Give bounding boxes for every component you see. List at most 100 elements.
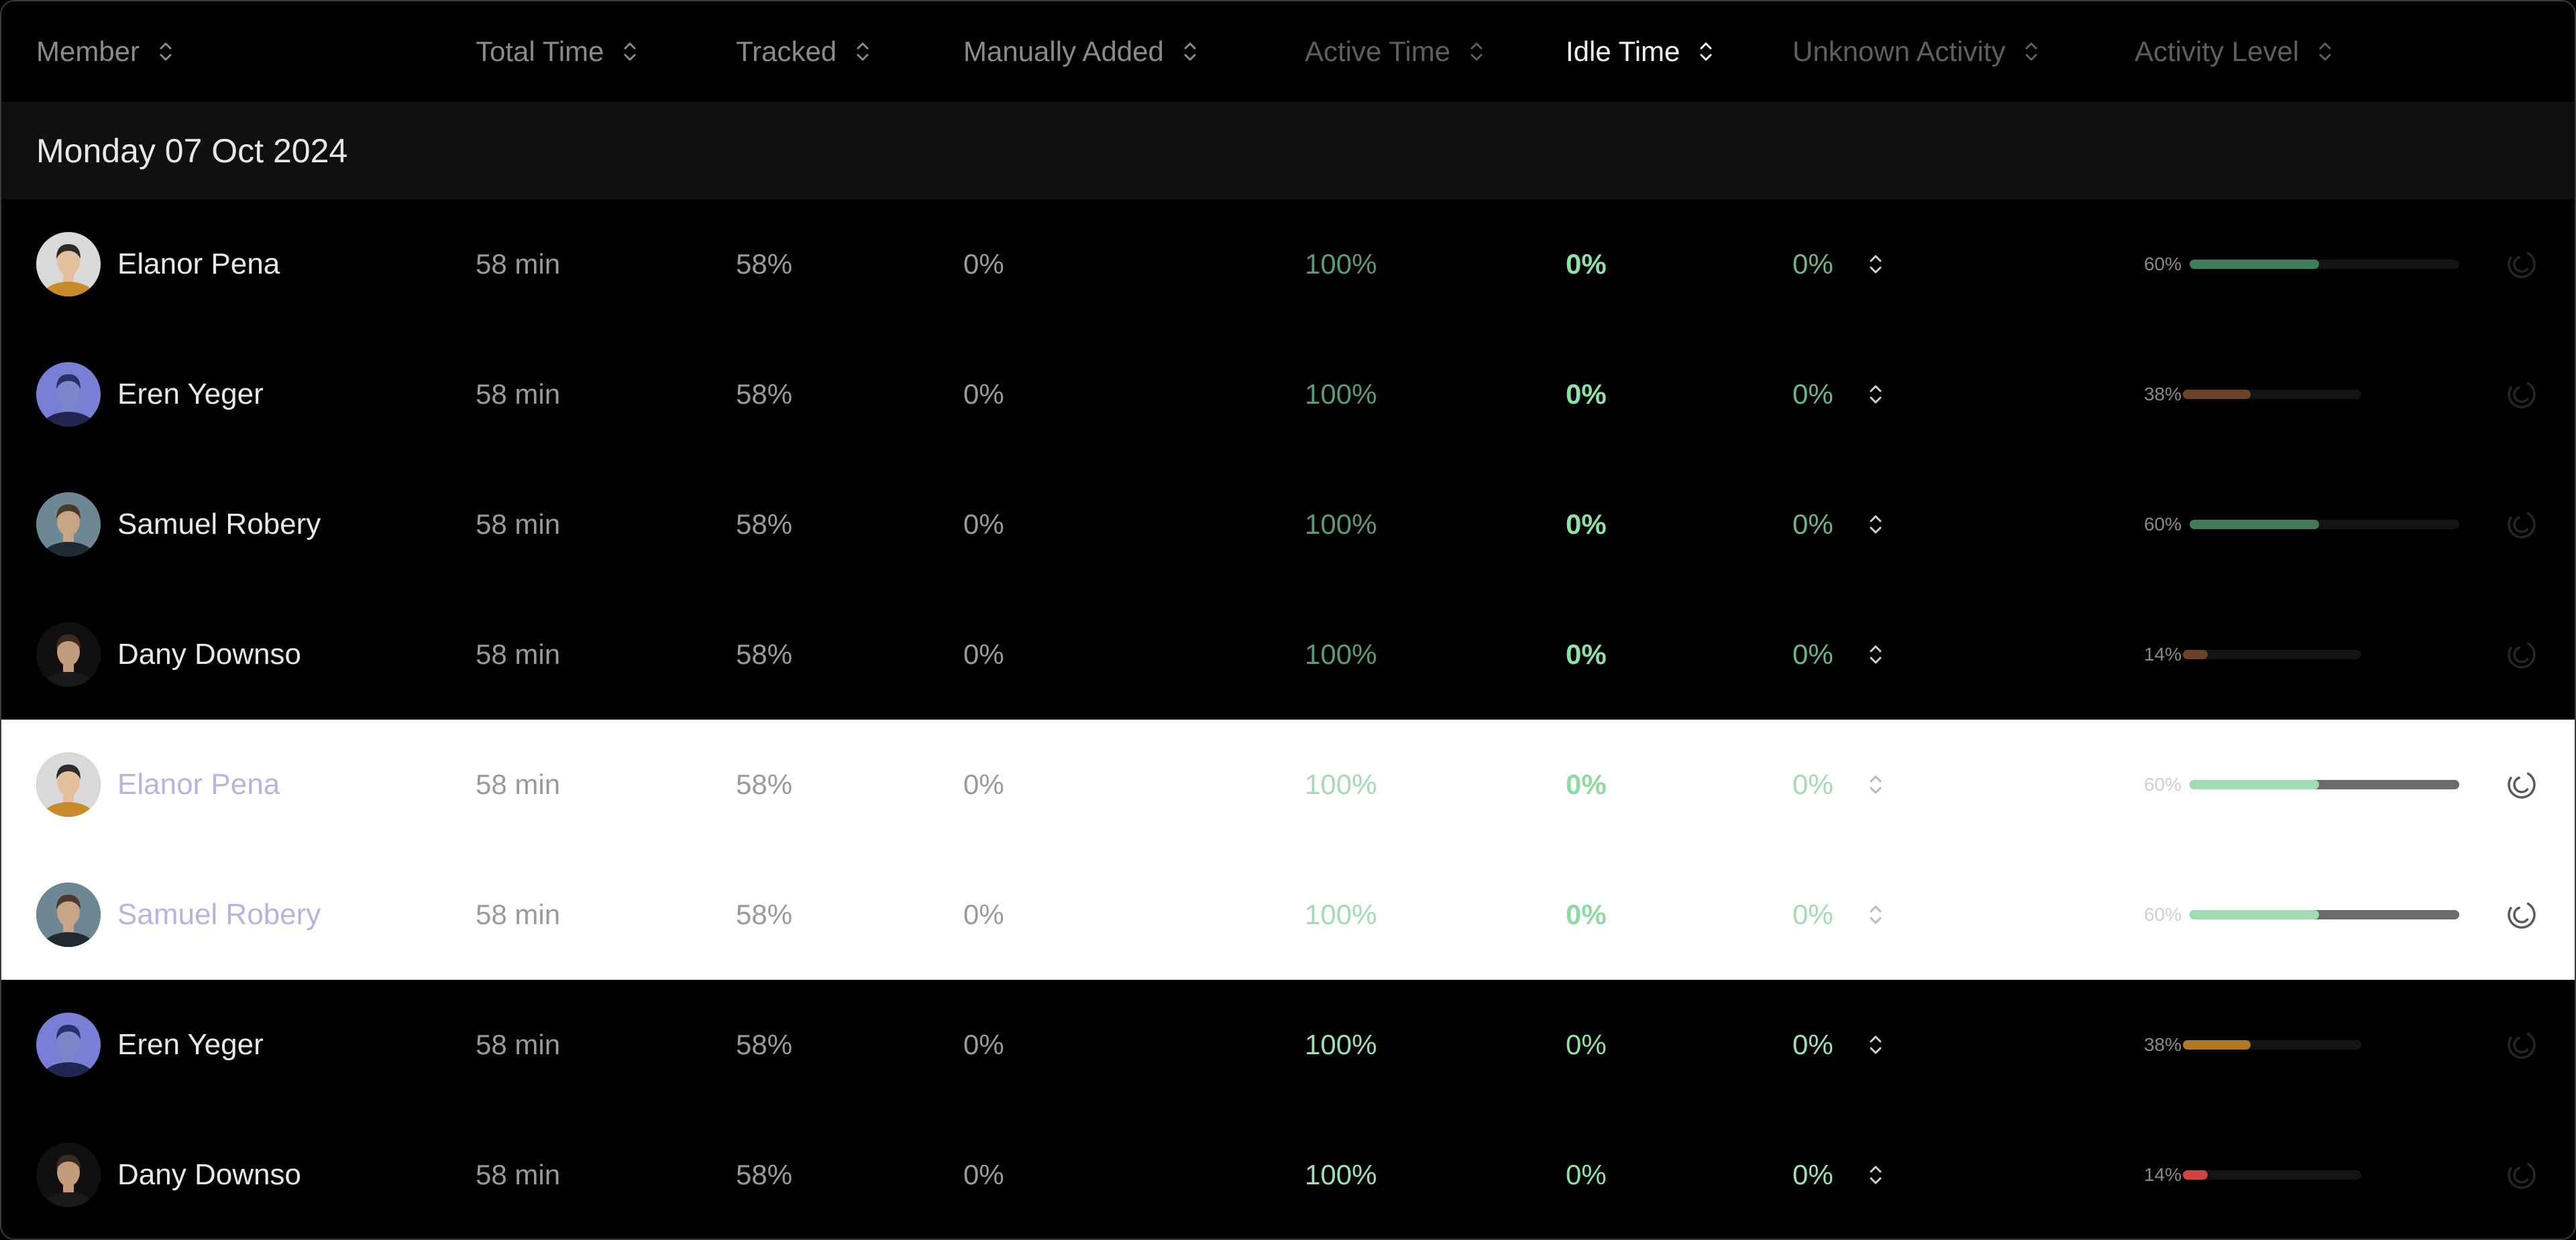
column-header-tracked[interactable]: Tracked	[736, 1, 870, 102]
manually-added-value: 0%	[963, 899, 1004, 930]
activity-table: Member Total Time Tracked Manually Added…	[0, 0, 2576, 1240]
activity-level-bar	[2190, 910, 2459, 919]
avatar	[36, 1143, 101, 1207]
unknown-activity-value: 0%	[1792, 378, 1833, 410]
activity-ring-icon[interactable]	[2506, 329, 2537, 459]
activity-level-bar-fill	[2183, 650, 2208, 659]
sort-updown-icon[interactable]	[158, 38, 173, 65]
activity-ring-icon[interactable]	[2506, 720, 2537, 850]
sort-updown-icon[interactable]	[855, 38, 870, 65]
unknown-activity-cell: 0%	[1792, 459, 1883, 589]
activity-level-percent: 14%	[2143, 644, 2182, 665]
member-name[interactable]: Dany Downso	[117, 1110, 301, 1239]
sort-updown-icon[interactable]	[1868, 511, 1883, 538]
activity-ring-icon[interactable]	[2506, 1110, 2537, 1239]
sort-updown-icon[interactable]	[1868, 1031, 1883, 1058]
activity-ring-icon[interactable]	[2506, 459, 2537, 589]
column-header-manually-added[interactable]: Manually Added	[963, 1, 1197, 102]
activity-ring-icon[interactable]	[2506, 850, 2537, 980]
manually-added-value: 0%	[963, 508, 1004, 540]
activity-level-bar-fill	[2190, 520, 2319, 529]
unknown-activity-value: 0%	[1792, 508, 1833, 540]
activity-level-bar	[2190, 260, 2459, 269]
unknown-activity-cell: 0%	[1792, 1110, 1883, 1239]
member-name[interactable]: Elanor Pena	[117, 720, 280, 850]
column-header-unknown-activity[interactable]: Unknown Activity	[1792, 1, 2039, 102]
active-time-value: 100%	[1305, 1159, 1377, 1190]
activity-ring-icon[interactable]	[2506, 980, 2537, 1110]
idle-time-value: 0%	[1566, 378, 1607, 410]
sort-updown-icon[interactable]	[1868, 381, 1883, 408]
sort-updown-icon[interactable]	[1699, 38, 1713, 65]
sort-updown-icon[interactable]	[1868, 1162, 1883, 1188]
member-name[interactable]: Eren Yeger	[117, 980, 264, 1110]
column-header-total-time[interactable]: Total Time	[476, 1, 637, 102]
manually-added-value: 0%	[963, 769, 1004, 800]
sort-updown-icon[interactable]	[1868, 771, 1883, 798]
active-time-value: 100%	[1305, 1029, 1377, 1060]
activity-level-bar-fill	[2183, 390, 2251, 399]
activity-level-percent: 60%	[2143, 904, 2182, 925]
member-name[interactable]: Samuel Robery	[117, 850, 321, 980]
unknown-activity-value: 0%	[1792, 1159, 1833, 1190]
activity-ring-icon[interactable]	[2506, 589, 2537, 720]
unknown-activity-cell: 0%	[1792, 720, 1883, 850]
tracked-value: 58%	[736, 638, 793, 670]
member-name[interactable]: Samuel Robery	[117, 459, 321, 589]
activity-level-percent: 60%	[2143, 514, 2182, 534]
activity-level-cell: 60%	[2135, 720, 2459, 850]
avatar	[36, 362, 101, 427]
table-row[interactable]: Samuel Robery 58 min 58% 0% 100% 0% 0% 60%	[1, 850, 2575, 980]
activity-level-bar-fill	[2190, 780, 2319, 789]
table-row[interactable]: Elanor Pena 58 min 58% 0% 100% 0% 0% 60%	[1, 720, 2575, 850]
active-time-value: 100%	[1305, 378, 1377, 410]
member-name[interactable]: Dany Downso	[117, 589, 301, 720]
column-label: Tracked	[736, 36, 837, 67]
table-row[interactable]: Eren Yeger 58 min 58% 0% 100% 0% 0% 38%	[1, 980, 2575, 1110]
column-header-idle-time[interactable]: Idle Time	[1566, 1, 1713, 102]
column-label: Manually Added	[963, 36, 1164, 67]
activity-level-bar	[2183, 1040, 2361, 1050]
manually-added-value: 0%	[963, 638, 1004, 670]
total-time-value: 58 min	[476, 769, 561, 800]
sort-updown-icon[interactable]	[1868, 901, 1883, 928]
member-name[interactable]: Eren Yeger	[117, 329, 264, 459]
idle-time-value: 0%	[1566, 1159, 1607, 1190]
total-time-value: 58 min	[476, 638, 561, 670]
sort-updown-icon[interactable]	[623, 38, 637, 65]
sort-updown-icon[interactable]	[1469, 38, 1484, 65]
activity-level-cell: 38%	[2135, 980, 2361, 1110]
activity-level-percent: 38%	[2143, 1034, 2182, 1055]
idle-time-value: 0%	[1566, 769, 1607, 800]
column-header-active-time[interactable]: Active Time	[1305, 1, 1484, 102]
tracked-value: 58%	[736, 1029, 793, 1060]
activity-level-cell: 14%	[2135, 589, 2361, 720]
idle-time-value: 0%	[1566, 508, 1607, 540]
sort-updown-icon[interactable]	[1183, 38, 1197, 65]
column-header-member[interactable]: Member	[36, 1, 173, 102]
table-row[interactable]: Dany Downso 58 min 58% 0% 100% 0% 0% 14%	[1, 589, 2575, 720]
activity-level-cell: 60%	[2135, 459, 2459, 589]
sort-updown-icon[interactable]	[2318, 38, 2332, 65]
activity-level-percent: 60%	[2143, 774, 2182, 795]
tracked-value: 58%	[736, 899, 793, 930]
table-row[interactable]: Eren Yeger 58 min 58% 0% 100% 0% 0% 38%	[1, 329, 2575, 459]
activity-level-bar	[2190, 780, 2459, 789]
column-label: Active Time	[1305, 36, 1451, 67]
unknown-activity-value: 0%	[1792, 899, 1833, 930]
activity-ring-icon[interactable]	[2506, 199, 2537, 329]
table-row[interactable]: Elanor Pena 58 min 58% 0% 100% 0% 0% 60%	[1, 199, 2575, 329]
member-name[interactable]: Elanor Pena	[117, 199, 280, 329]
avatar	[36, 883, 101, 947]
table-row[interactable]: Samuel Robery 58 min 58% 0% 100% 0% 0% 60%	[1, 459, 2575, 589]
activity-level-percent: 14%	[2143, 1164, 2182, 1185]
sort-updown-icon[interactable]	[1868, 641, 1883, 668]
table-row[interactable]: Dany Downso 58 min 58% 0% 100% 0% 0% 14%	[1, 1110, 2575, 1239]
active-time-value: 100%	[1305, 248, 1377, 280]
avatar	[36, 622, 101, 687]
activity-level-bar	[2190, 520, 2459, 529]
sort-updown-icon[interactable]	[1868, 251, 1883, 278]
sort-updown-icon[interactable]	[2024, 38, 2039, 65]
unknown-activity-value: 0%	[1792, 638, 1833, 670]
column-header-activity-level[interactable]: Activity Level	[2135, 1, 2332, 102]
